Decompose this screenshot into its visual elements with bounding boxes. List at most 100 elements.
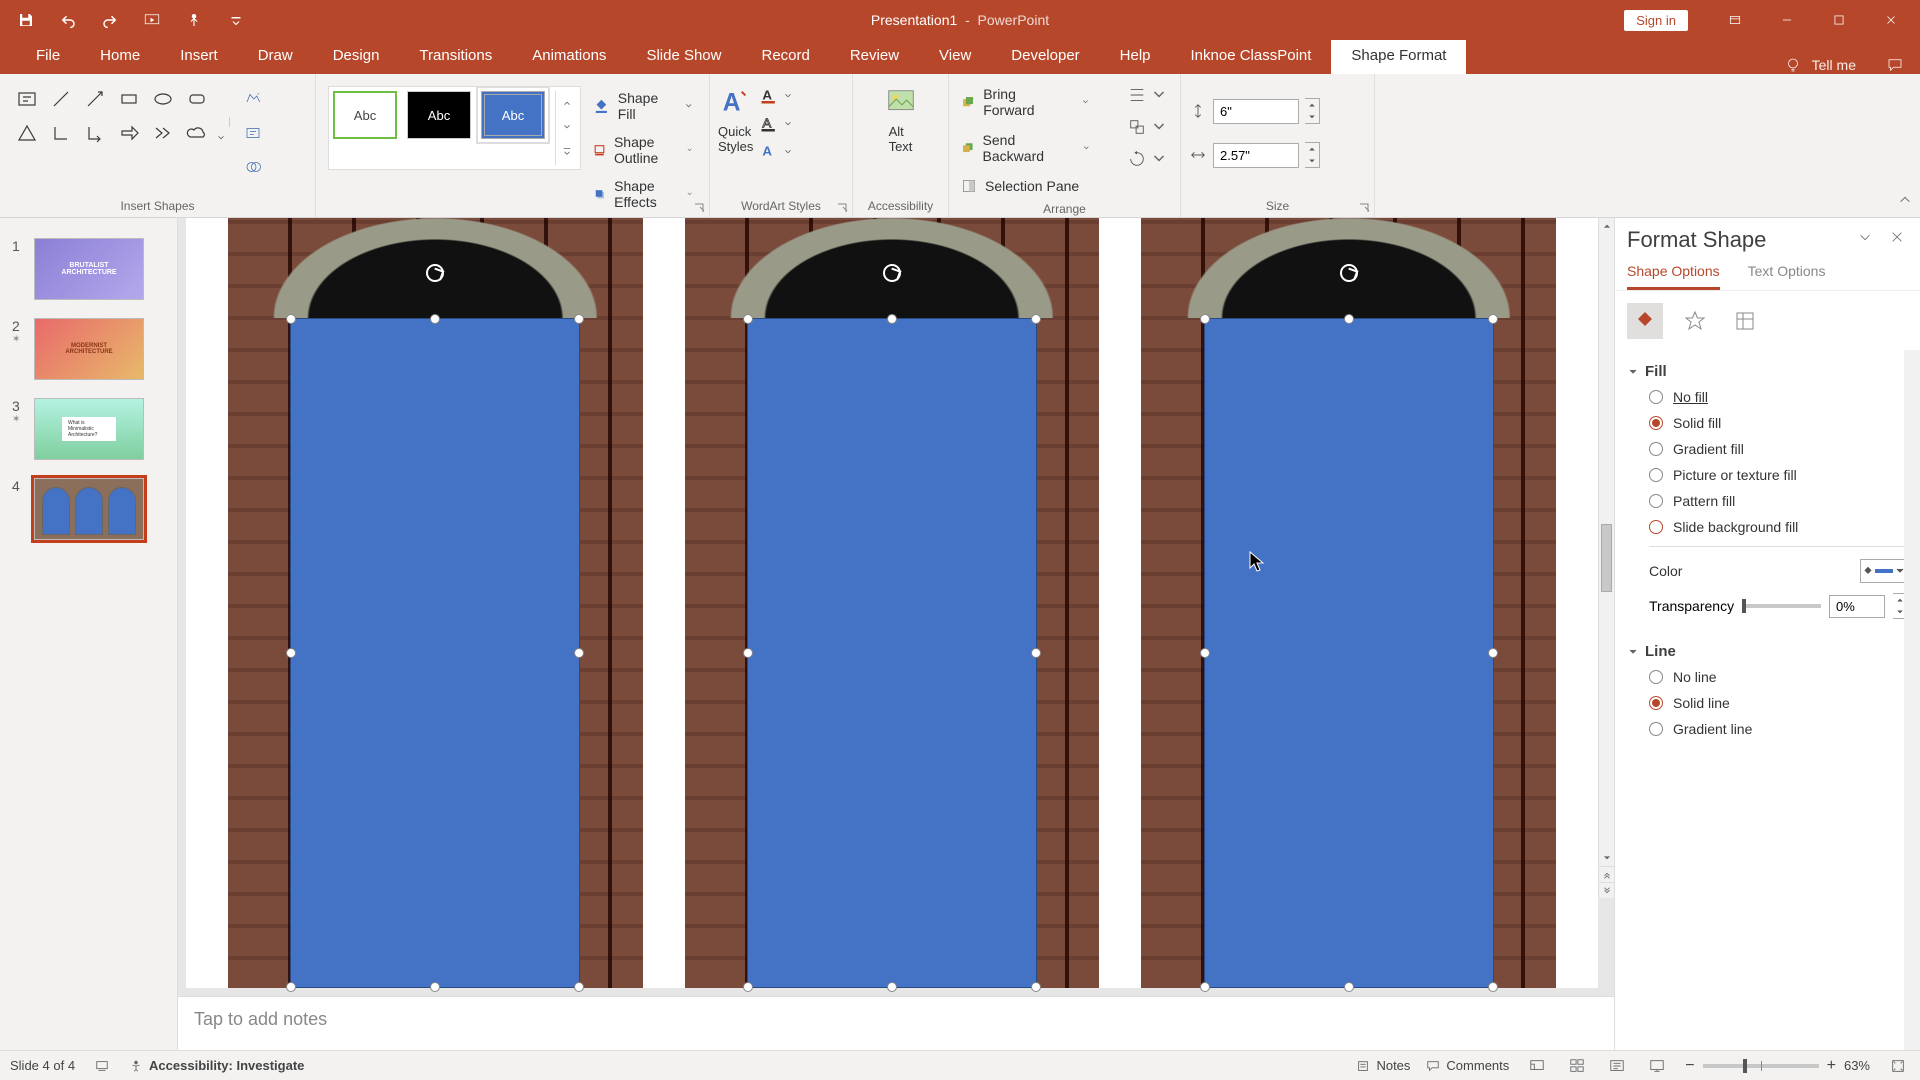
tell-me-search[interactable]: Tell me	[1812, 57, 1856, 73]
rotate-button[interactable]	[1128, 150, 1168, 168]
resize-handle[interactable]	[1031, 982, 1041, 992]
pane-close-icon[interactable]	[1886, 226, 1908, 253]
resize-handle[interactable]	[430, 982, 440, 992]
resize-handle[interactable]	[1488, 314, 1498, 324]
resize-handle[interactable]	[574, 648, 584, 658]
size-properties-icon[interactable]	[1727, 303, 1763, 339]
close-icon[interactable]	[1868, 0, 1914, 40]
text-outline-icon[interactable]: A	[759, 114, 793, 134]
pattern-fill-radio[interactable]: Pattern fill	[1627, 488, 1908, 514]
shape-style-gallery[interactable]: Abc Abc Abc	[328, 86, 581, 170]
bring-forward-button[interactable]: Bring Forward	[961, 86, 1090, 118]
text-fill-icon[interactable]: A	[759, 86, 793, 106]
notes-pane[interactable]: Tap to add notes	[178, 996, 1614, 1050]
scrollbar-up-icon[interactable]	[1599, 218, 1614, 234]
accessibility-checker[interactable]: Accessibility: Investigate	[129, 1058, 304, 1073]
qat-customize-icon[interactable]	[224, 8, 248, 32]
shape-cloud-icon[interactable]	[182, 118, 212, 148]
transparency-slider[interactable]	[1742, 604, 1821, 608]
scrollbar-thumb[interactable]	[1601, 524, 1612, 592]
notes-view-toggle[interactable]	[95, 1059, 109, 1073]
selection-pane-button[interactable]: Selection Pane	[961, 178, 1090, 194]
resize-handle[interactable]	[1488, 648, 1498, 658]
effects-icon[interactable]	[1677, 303, 1713, 339]
shape-rectangle-3[interactable]	[1204, 318, 1494, 988]
present-icon[interactable]	[140, 8, 164, 32]
gallery-scroll-up-icon[interactable]	[560, 93, 574, 115]
align-button[interactable]	[1128, 86, 1168, 104]
canvas-vertical-scrollbar[interactable]	[1598, 218, 1614, 898]
slide-thumbnail-3[interactable]	[34, 398, 144, 460]
no-line-radio[interactable]: No line	[1627, 664, 1908, 690]
resize-handle[interactable]	[286, 648, 296, 658]
height-field[interactable]: 6"	[1213, 99, 1299, 124]
normal-view-icon[interactable]	[1525, 1054, 1549, 1078]
zoom-level[interactable]: 63%	[1844, 1058, 1870, 1073]
fill-color-button[interactable]	[1860, 559, 1908, 583]
slide-thumbnail-4[interactable]	[34, 478, 144, 540]
text-box-icon[interactable]	[240, 120, 266, 146]
minimize-icon[interactable]	[1764, 0, 1810, 40]
shape-oval-icon[interactable]	[148, 84, 178, 114]
slide-thumbnail-1[interactable]	[34, 238, 144, 300]
reading-view-icon[interactable]	[1605, 1054, 1629, 1078]
height-increment[interactable]	[1305, 99, 1319, 111]
shape-rectangle-1[interactable]	[290, 318, 580, 988]
maximize-icon[interactable]	[1816, 0, 1862, 40]
resize-handle[interactable]	[1200, 648, 1210, 658]
slideshow-view-icon[interactable]	[1645, 1054, 1669, 1078]
style-swatch-3-selected[interactable]: Abc	[481, 91, 545, 139]
tab-view[interactable]: View	[919, 39, 991, 74]
touch-mode-icon[interactable]	[182, 8, 206, 32]
shape-line-icon[interactable]	[46, 84, 76, 114]
pane-scrollbar[interactable]	[1904, 350, 1920, 1050]
fit-to-window-icon[interactable]	[1886, 1054, 1910, 1078]
alt-text-button[interactable]: Alt Text	[861, 80, 940, 154]
tab-insert[interactable]: Insert	[160, 39, 238, 74]
save-icon[interactable]	[14, 8, 38, 32]
shape-outline-button[interactable]: Shape Outline	[593, 134, 693, 166]
slide-canvas[interactable]	[186, 218, 1598, 988]
collapse-ribbon-icon[interactable]	[1898, 193, 1912, 211]
shape-arrow-line-icon[interactable]	[80, 84, 110, 114]
slide-background-fill-radio[interactable]: Slide background fill	[1627, 514, 1908, 540]
resize-handle[interactable]	[1200, 982, 1210, 992]
resize-handle[interactable]	[430, 314, 440, 324]
tab-animations[interactable]: Animations	[512, 39, 626, 74]
resize-handle[interactable]	[743, 648, 753, 658]
resize-handle[interactable]	[887, 982, 897, 992]
text-options-tab[interactable]: Text Options	[1748, 263, 1826, 290]
shape-triangle-icon[interactable]	[12, 118, 42, 148]
solid-line-radio[interactable]: Solid line	[1627, 690, 1908, 716]
door-image-2[interactable]	[685, 218, 1100, 988]
fill-and-line-icon[interactable]	[1627, 303, 1663, 339]
tab-home[interactable]: Home	[80, 39, 160, 74]
door-image-1[interactable]	[228, 218, 643, 988]
gallery-more-icon[interactable]	[560, 141, 574, 163]
shape-rectangle-2[interactable]	[747, 318, 1037, 988]
size-dialog-launcher[interactable]	[1358, 201, 1370, 213]
wordart-dialog-launcher[interactable]	[836, 201, 848, 213]
tab-design[interactable]: Design	[313, 39, 400, 74]
ribbon-display-options-icon[interactable]	[1712, 0, 1758, 40]
text-effects-icon[interactable]: A	[759, 142, 793, 162]
tab-draw[interactable]: Draw	[238, 39, 313, 74]
width-decrement[interactable]	[1305, 155, 1319, 167]
tab-classpoint[interactable]: Inknoe ClassPoint	[1171, 39, 1332, 74]
shape-effects-button[interactable]: Shape Effects	[593, 178, 693, 210]
gradient-fill-radio[interactable]: Gradient fill	[1627, 436, 1908, 462]
scrollbar-down-icon[interactable]	[1599, 850, 1614, 866]
solid-fill-radio[interactable]: Solid fill	[1627, 410, 1908, 436]
resize-handle[interactable]	[286, 982, 296, 992]
slide-counter[interactable]: Slide 4 of 4	[10, 1058, 75, 1073]
resize-handle[interactable]	[1200, 314, 1210, 324]
resize-handle[interactable]	[1031, 648, 1041, 658]
shape-rectangle-icon[interactable]	[114, 84, 144, 114]
tab-file[interactable]: File	[16, 39, 80, 74]
fill-section-header[interactable]: Fill	[1627, 359, 1908, 384]
width-increment[interactable]	[1305, 143, 1319, 155]
shape-rounded-rect-icon[interactable]	[182, 84, 212, 114]
tab-developer[interactable]: Developer	[991, 39, 1099, 74]
resize-handle[interactable]	[574, 982, 584, 992]
resize-handle[interactable]	[743, 982, 753, 992]
